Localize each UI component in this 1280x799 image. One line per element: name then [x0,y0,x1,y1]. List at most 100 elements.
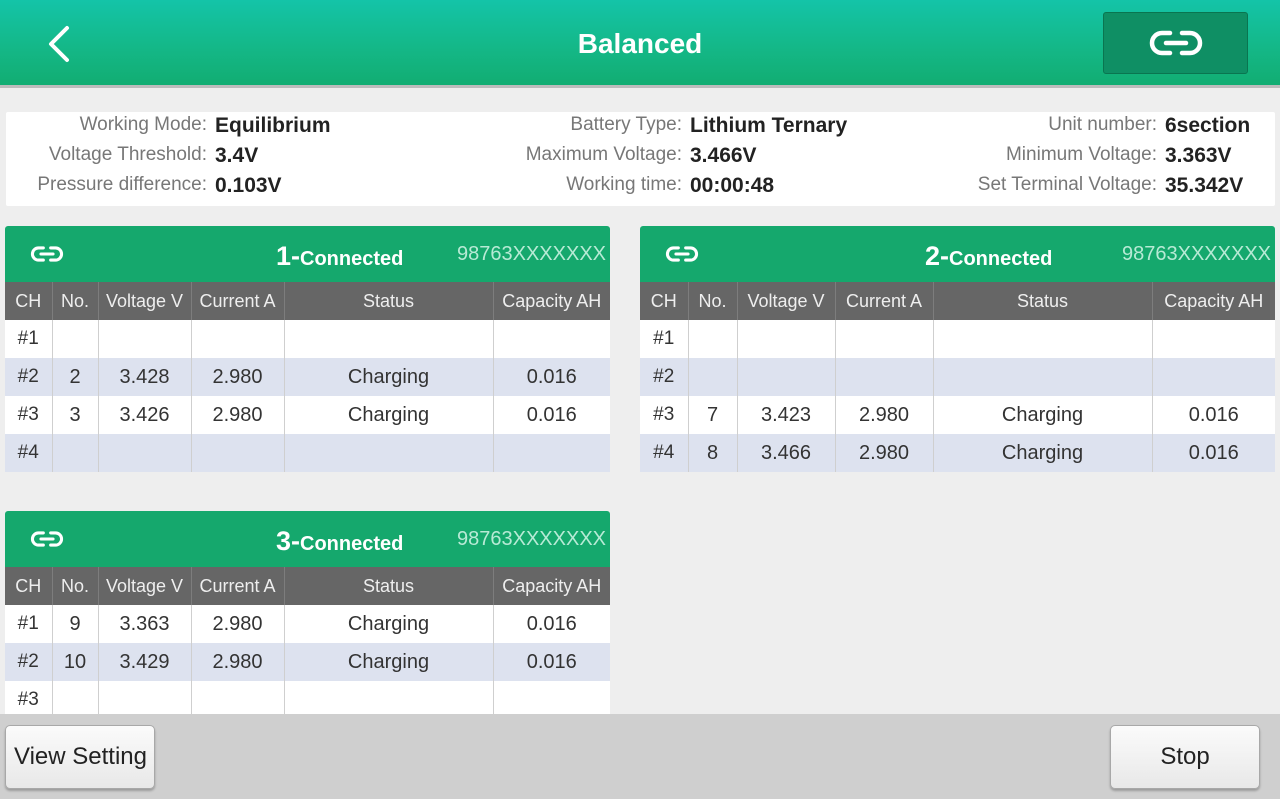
column-header: Status [933,282,1153,320]
cell-ch: #1 [5,320,53,358]
column-header: Voltage V [737,282,836,320]
table-row[interactable]: #3 7 3.423 2.980 Charging 0.016 [640,396,1275,434]
cell-voltage [737,320,836,358]
column-header: Current A [191,282,285,320]
table-header-row: CH No. Voltage V Current A Status Capaci… [5,567,610,605]
cell-capacity [1152,320,1275,358]
device-panel-2: 2-Connected 98763XXXXXXX CH No. Voltage … [640,226,1275,472]
cell-status: Charging [284,396,494,434]
cell-capacity [493,320,610,358]
cell-capacity [493,681,610,714]
cell-capacity: 0.016 [493,358,610,396]
cell-status: Charging [284,643,494,681]
column-header: No. [52,567,99,605]
cell-capacity [493,434,610,472]
cell-no [688,320,738,358]
table-row[interactable]: #4 [5,434,610,472]
cell-current: 2.980 [835,434,934,472]
cell-no [52,434,99,472]
table-header-row: CH No. Voltage V Current A Status Capaci… [640,282,1275,320]
table-row[interactable]: #3 [5,681,610,714]
device-serial: 98763XXXXXXX [1122,243,1271,265]
column-header: Voltage V [98,567,192,605]
cell-capacity: 0.016 [493,605,610,643]
table-row[interactable]: #1 [640,320,1275,358]
table-row[interactable]: #2 [640,358,1275,396]
cell-voltage: 3.426 [98,396,192,434]
cell-voltage [98,434,192,472]
table-row[interactable]: #2 10 3.429 2.980 Charging 0.016 [5,643,610,681]
cell-current: 2.980 [835,396,934,434]
link-icon [30,246,64,262]
cell-no [688,358,738,396]
cell-current [191,320,285,358]
device-number: 1- [276,241,301,271]
device-serial: 98763XXXXXXX [457,243,606,265]
channel-table: CH No. Voltage V Current A Status Capaci… [5,282,610,472]
cell-no: 2 [52,358,99,396]
cell-status: Charging [933,434,1153,472]
device-panel-header: 2-Connected 98763XXXXXXX [640,226,1275,282]
cell-ch: #4 [5,434,53,472]
cell-ch: #2 [5,358,53,396]
cell-current: 2.980 [191,396,285,434]
cell-status [933,358,1153,396]
table-row[interactable]: #2 2 3.428 2.980 Charging 0.016 [5,358,610,396]
cell-no [52,320,99,358]
device-number: 3- [276,526,301,556]
stop-button[interactable]: Stop [1110,725,1260,789]
device-status: Connected [300,533,404,555]
channel-table: CH No. Voltage V Current A Status Capaci… [5,567,610,714]
table-row[interactable]: #1 [5,320,610,358]
cell-current: 2.980 [191,605,285,643]
cell-no: 10 [52,643,99,681]
cell-capacity [1152,358,1275,396]
cell-status [284,320,494,358]
cell-voltage: 3.428 [98,358,192,396]
device-panel-title: 3-Connected [276,511,403,571]
cell-current [191,681,285,714]
panels-scroll-area[interactable]: 1-Connected 98763XXXXXXX CH No. Voltage … [0,0,1280,714]
device-status: Connected [949,248,1053,270]
link-icon [665,246,699,262]
device-panel-title: 2-Connected [925,226,1052,286]
cell-voltage [98,681,192,714]
column-header: Voltage V [98,282,192,320]
cell-voltage: 3.429 [98,643,192,681]
table-row[interactable]: #3 3 3.426 2.980 Charging 0.016 [5,396,610,434]
link-icon [30,531,64,547]
device-panel-header: 3-Connected 98763XXXXXXX [5,511,610,567]
cell-voltage: 3.363 [98,605,192,643]
cell-status [933,320,1153,358]
device-panel-3: 3-Connected 98763XXXXXXX CH No. Voltage … [5,511,610,714]
cell-capacity: 0.016 [1152,396,1275,434]
column-header: Status [284,567,494,605]
column-header: CH [640,282,689,320]
device-serial: 98763XXXXXXX [457,528,606,550]
column-header: CH [5,282,53,320]
cell-status [284,681,494,714]
column-header: CH [5,567,53,605]
cell-no: 7 [688,396,738,434]
cell-ch: #1 [640,320,689,358]
cell-ch: #4 [640,434,689,472]
table-header-row: CH No. Voltage V Current A Status Capaci… [5,282,610,320]
device-panel-title: 1-Connected [276,226,403,286]
cell-no: 3 [52,396,99,434]
panel-link-button[interactable] [658,238,706,270]
table-row[interactable]: #4 8 3.466 2.980 Charging 0.016 [640,434,1275,472]
view-setting-button[interactable]: View Setting [5,725,155,789]
device-panel-1: 1-Connected 98763XXXXXXX CH No. Voltage … [5,226,610,472]
panel-link-button[interactable] [23,238,71,270]
bottom-toolbar: View Setting Stop [0,714,1280,799]
cell-current: 2.980 [191,358,285,396]
table-row[interactable]: #1 9 3.363 2.980 Charging 0.016 [5,605,610,643]
device-status: Connected [300,248,404,270]
cell-capacity: 0.016 [1152,434,1275,472]
column-header: Current A [835,282,934,320]
column-header: Capacity AH [493,567,610,605]
panel-link-button[interactable] [23,523,71,555]
column-header: Current A [191,567,285,605]
column-header: No. [52,282,99,320]
cell-status: Charging [284,605,494,643]
